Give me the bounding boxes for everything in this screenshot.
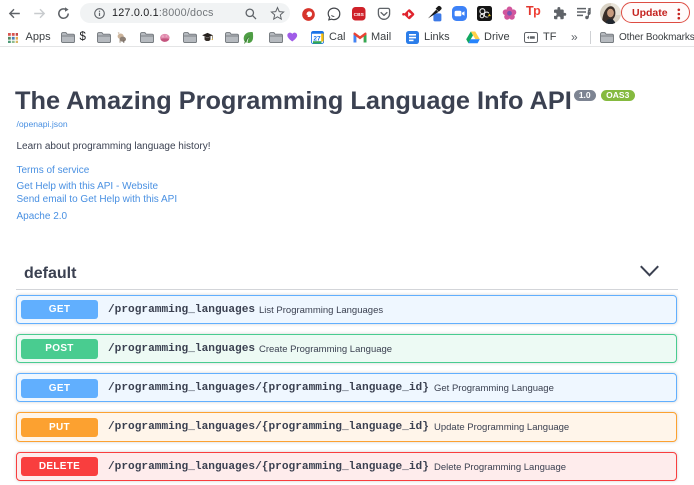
svg-text:CBS: CBS — [354, 12, 365, 18]
svg-text:27: 27 — [313, 36, 321, 43]
